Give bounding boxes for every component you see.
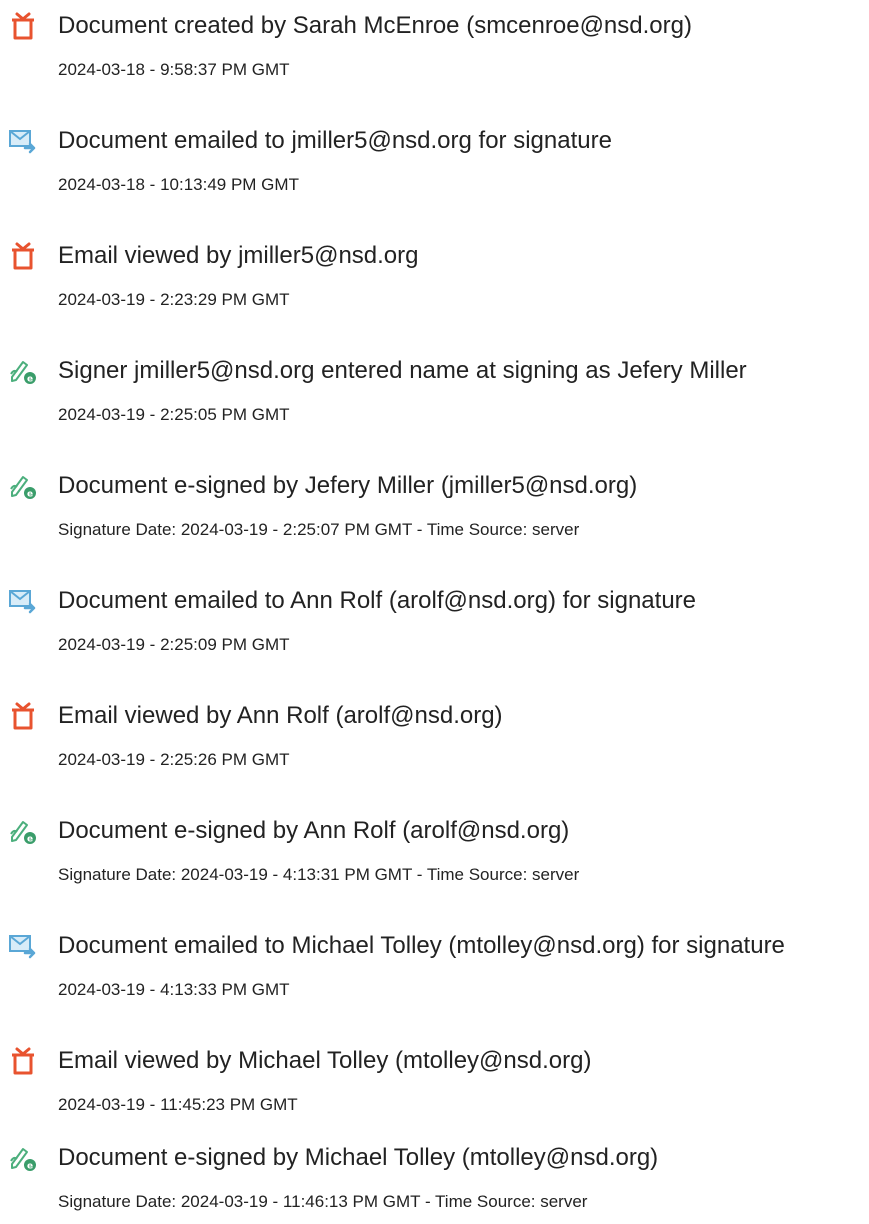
audit-entry-title: Document e-signed by Ann Rolf (arolf@nsd… bbox=[58, 817, 570, 844]
audit-entry-title: Document created by Sarah McEnroe (smcen… bbox=[58, 12, 692, 39]
audit-entry-timestamp: Signature Date: 2024-03-19 - 4:13:31 PM … bbox=[58, 865, 580, 884]
audit-entry-title: Document emailed to Michael Tolley (mtol… bbox=[58, 932, 785, 959]
audit-entry-timestamp: 2024-03-19 - 2:25:05 PM GMT bbox=[58, 405, 290, 424]
document-viewed-icon bbox=[12, 1047, 34, 1075]
e-sign-icon: e bbox=[10, 361, 36, 385]
email-sent-icon bbox=[9, 935, 36, 959]
svg-text:e: e bbox=[27, 490, 33, 500]
audit-entry-timestamp: Signature Date: 2024-03-19 - 2:25:07 PM … bbox=[58, 520, 580, 539]
audit-entry-timestamp: 2024-03-19 - 11:45:23 PM GMT bbox=[58, 1095, 298, 1114]
email-sent-icon bbox=[9, 590, 36, 614]
audit-entry-title: Document e-signed by Michael Tolley (mto… bbox=[58, 1144, 659, 1171]
e-sign-icon: e bbox=[10, 1148, 36, 1172]
audit-entry-title: Document emailed to jmiller5@nsd.org for… bbox=[58, 127, 612, 154]
document-created-icon bbox=[12, 12, 34, 40]
audit-entry-timestamp: 2024-03-18 - 10:13:49 PM GMT bbox=[58, 175, 299, 194]
audit-entry-title: Email viewed by Michael Tolley (mtolley@… bbox=[58, 1047, 592, 1074]
audit-entry-title: Email viewed by Ann Rolf (arolf@nsd.org) bbox=[58, 702, 503, 729]
e-sign-icon: e bbox=[10, 821, 36, 845]
audit-entry-timestamp: Signature Date: 2024-03-19 - 11:46:13 PM… bbox=[58, 1192, 588, 1211]
svg-text:e: e bbox=[27, 1162, 33, 1172]
audit-entry-title: Document e-signed by Jefery Miller (jmil… bbox=[58, 472, 638, 499]
audit-entry-timestamp: 2024-03-19 - 4:13:33 PM GMT bbox=[58, 980, 290, 999]
svg-text:e: e bbox=[27, 835, 33, 845]
e-sign-icon: e bbox=[10, 476, 36, 500]
audit-entry-timestamp: 2024-03-18 - 9:58:37 PM GMT bbox=[58, 60, 290, 79]
audit-entry-timestamp: 2024-03-19 - 2:25:09 PM GMT bbox=[58, 635, 290, 654]
audit-entry-title: Document emailed to Ann Rolf (arolf@nsd.… bbox=[58, 587, 697, 614]
audit-entry-title: Signer jmiller5@nsd.org entered name at … bbox=[58, 357, 747, 384]
svg-text:e: e bbox=[27, 375, 33, 385]
audit-entry-timestamp: 2024-03-19 - 2:23:29 PM GMT bbox=[58, 290, 290, 309]
audit-entry-timestamp: 2024-03-19 - 2:25:26 PM GMT bbox=[58, 750, 290, 769]
email-sent-icon bbox=[9, 130, 36, 154]
audit-entry-title: Email viewed by jmiller5@nsd.org bbox=[58, 242, 419, 269]
document-viewed-icon bbox=[12, 702, 34, 730]
document-viewed-icon bbox=[12, 242, 34, 270]
